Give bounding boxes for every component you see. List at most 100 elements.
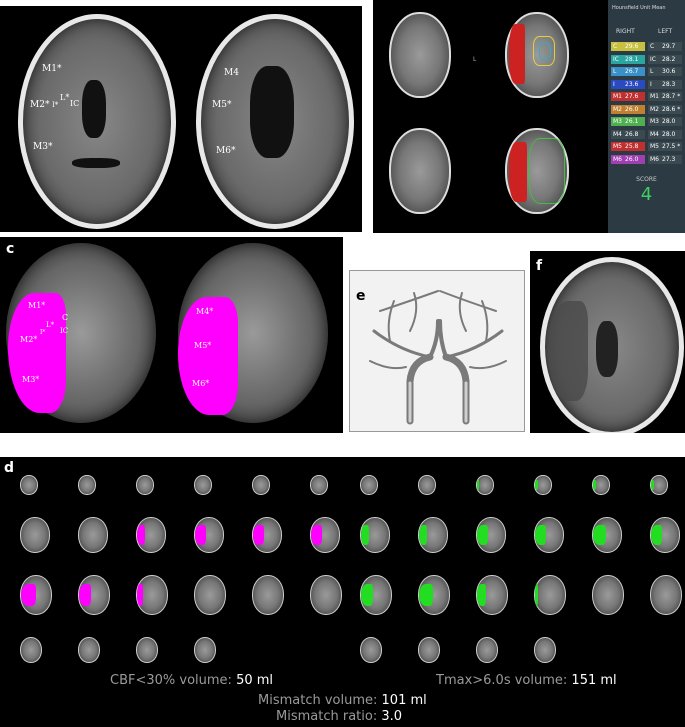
perfusion-slice [194,517,224,553]
region-hu-value: 28.6 * [662,105,681,113]
perfusion-slice [476,517,506,553]
region-row-r: M2 26.0 [611,104,645,114]
core-overlay [253,524,265,546]
perfusion-slice [78,517,108,553]
c-label-l: L* [46,321,55,329]
region-row-l: C 29.7 [648,42,682,51]
b-region-teal-outline [539,42,551,60]
region-row-l: M3 28.0 [648,117,682,126]
score-label: SCORE [636,176,657,183]
region-hu-value: 25.8 [625,143,639,150]
side-title: Hounsfield Unit Mean [612,5,666,11]
perfusion-slice [20,475,38,495]
perfusion-slice [252,575,284,615]
region-name: M2 [613,105,622,113]
perfusion-slice [476,637,498,663]
region-hu-value: 28.7 * [662,93,681,100]
panel-e-cta-angiogram: e [349,270,525,432]
region-hu-value: 23.6 [625,80,639,88]
perfusion-slice [418,475,436,495]
region-row-l: L 30.6 [648,67,682,76]
ventricle [82,80,106,138]
perfusion-slice [592,517,622,553]
perfusion-slice [418,517,448,553]
tmax-volume-value: 151 ml [571,673,617,688]
region-row-r: I 23.6 [611,79,645,89]
c-label-ic: IC [60,327,69,335]
penumbra-overlay [361,524,370,546]
core-overlay [79,583,91,607]
region-row-r: IC 28.1 [611,54,645,64]
b-region-green-outline [529,138,565,204]
perfusion-slice [650,475,668,495]
region-name: L [650,68,654,75]
label-ic: IC [70,99,80,108]
region-hu-value: 26.8 [625,130,639,138]
region-hu-value: 28.1 [625,55,639,63]
region-row-r: C 29.6 [611,42,645,51]
panel-label-f: f [536,258,543,274]
cbf-volume-label: CBF<30% volume: [110,673,232,688]
region-hu-value: 27.3 [662,155,676,163]
region-name: IC [650,55,656,63]
penumbra-overlay [419,524,428,546]
region-hu-value: 28.3 [662,80,676,88]
perfusion-slice [78,575,110,615]
region-name: M6 [613,155,622,163]
score-value: 4 [640,184,653,205]
region-hu-value: 30.6 [662,68,676,75]
region-hu-value: 26.0 [625,105,639,113]
penumbra-overlay [593,479,597,491]
penumbra-overlay [593,524,606,546]
label-i: I* [52,101,59,109]
region-hu-value: 26.0 [625,155,639,163]
col-right-header: RIGHT [616,28,635,35]
ventricle [596,321,618,377]
perfusion-slice [476,475,494,495]
region-name: I [613,80,615,88]
label-m1: M1* [42,64,62,74]
region-name: L [613,68,617,75]
perfusion-slice [650,575,682,615]
perfusion-slice [534,575,566,615]
perfusion-slice [310,575,342,615]
penumbra-overlay [651,479,655,491]
region-hu-value: 28.0 [662,130,676,138]
infarct-hypodensity [548,301,588,401]
label-m4: M4 [224,68,239,78]
panel-label-e: e [356,288,366,304]
perfusion-slice [78,475,96,495]
vessel-tree-illustration [369,290,507,425]
perfusion-slice [418,575,450,615]
mismatch-volume-stat: Mismatch volume: 101 ml [258,693,427,708]
perfusion-slice [136,475,154,495]
aspects-side-panel: Hounsfield Unit Mean RIGHT LEFT C 29.6 C 29… [608,0,685,233]
region-name: I [650,80,652,88]
region-row-l: IC 28.2 [648,54,682,64]
region-row-l: M1 28.7 * [648,92,682,101]
b-region-red-top [509,24,525,84]
core-overlay [21,583,36,607]
perfusion-slice [20,517,50,553]
mismatch-ratio-stat: Mismatch ratio: 3.0 [276,709,402,724]
penumbra-overlay [651,524,663,546]
perfusion-slice [310,475,328,495]
penumbra-overlay [535,479,539,491]
region-row-r: M6 26.0 [611,154,645,164]
ventricle [250,66,294,158]
perfusion-slice [136,517,166,553]
perfusion-slice [592,475,610,495]
penumbra-overlay [477,524,489,546]
c-label-i: I* [40,329,46,336]
tmax-volume-label: Tmax>6.0s volume: [436,673,568,688]
perfusion-slice [418,637,440,663]
cbf-volume-value: 50 ml [236,673,274,688]
panel-label-a: a [6,13,16,29]
b-slice-top-left [389,12,451,98]
perfusion-slice [310,517,340,553]
region-name: M5 [650,143,659,150]
panel-b-aspects-software: L Hounsfield Unit Mean RIGHT LEFT C 29.6 C… [373,0,685,233]
panel-label-c: c [6,241,15,257]
region-name: IC [613,55,619,63]
region-row-l: M4 28.0 [648,129,682,139]
